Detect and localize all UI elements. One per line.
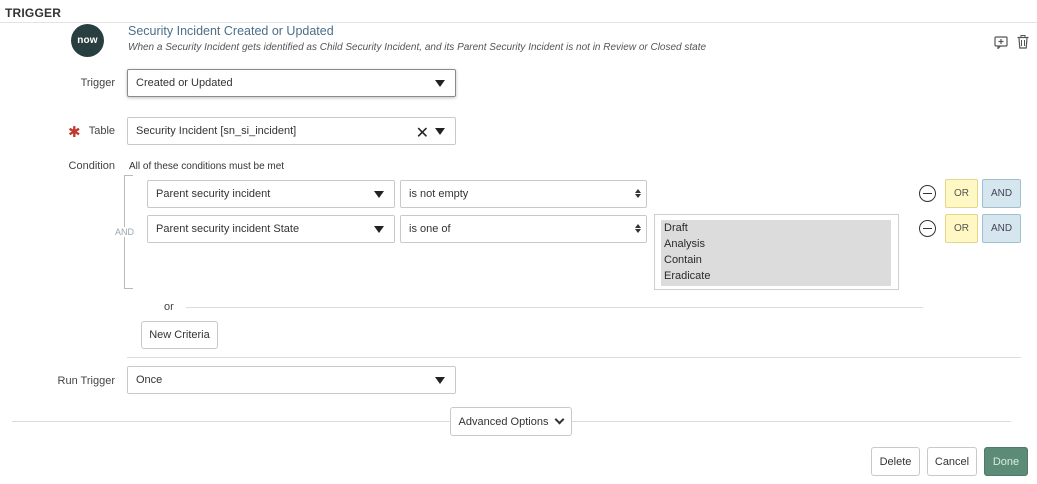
run-trigger-select[interactable]: Once bbox=[127, 366, 456, 394]
now-logo: now bbox=[71, 24, 104, 57]
table-label: Table bbox=[88, 125, 115, 137]
or-separator-label: or bbox=[164, 301, 174, 313]
and-button[interactable]: AND bbox=[982, 179, 1021, 208]
section-label: TRIGGER bbox=[5, 6, 62, 20]
trigger-description: When a Security Incident gets identified… bbox=[128, 42, 707, 53]
condition-field-select[interactable]: Parent security incident bbox=[147, 180, 395, 208]
condition-operator-select[interactable]: is not empty bbox=[400, 180, 647, 208]
advanced-options-button[interactable]: Advanced Options bbox=[450, 407, 572, 436]
trigger-select-value: Created or Updated bbox=[136, 77, 233, 89]
delete-button[interactable]: Delete bbox=[871, 447, 920, 476]
new-criteria-button[interactable]: New Criteria bbox=[141, 321, 218, 349]
condition-field-value: Parent security incident bbox=[156, 188, 271, 200]
clear-icon[interactable]: ✕ bbox=[416, 123, 429, 143]
condition-values-multiselect[interactable]: Draft Analysis Contain Eradicate bbox=[654, 214, 899, 290]
condition-operator-select[interactable]: is one of bbox=[400, 215, 647, 243]
add-comment-icon[interactable] bbox=[993, 34, 1009, 50]
chevron-down-icon bbox=[435, 377, 445, 384]
trash-icon[interactable] bbox=[1015, 34, 1031, 50]
remove-condition-icon[interactable] bbox=[919, 220, 936, 237]
multiselect-option[interactable]: Eradicate bbox=[664, 270, 710, 282]
trigger-select[interactable]: Created or Updated bbox=[127, 69, 456, 97]
table-select-value: Security Incident [sn_si_incident] bbox=[136, 125, 297, 137]
condition-hint: All of these conditions must be met bbox=[129, 161, 285, 172]
or-separator-line bbox=[186, 307, 923, 308]
and-button[interactable]: AND bbox=[982, 214, 1021, 243]
updown-arrows-icon bbox=[635, 224, 641, 233]
condition-operator-value: is not empty bbox=[409, 188, 469, 200]
updown-arrows-icon bbox=[635, 189, 641, 198]
multiselect-option[interactable]: Draft bbox=[664, 222, 688, 234]
chevron-down-icon bbox=[374, 226, 384, 233]
or-button[interactable]: OR bbox=[945, 214, 978, 243]
condition-field-value: Parent security incident State bbox=[156, 223, 300, 235]
chevron-down-icon bbox=[554, 414, 565, 424]
condition-field-select[interactable]: Parent security incident State bbox=[147, 215, 395, 243]
remove-condition-icon[interactable] bbox=[919, 185, 936, 202]
selected-values-highlight: Draft Analysis Contain Eradicate bbox=[661, 220, 891, 286]
advanced-options-label: Advanced Options bbox=[458, 415, 549, 428]
required-asterisk: ✱ bbox=[68, 124, 81, 141]
condition-connector: AND bbox=[114, 227, 136, 237]
trigger-label: Trigger bbox=[80, 77, 115, 89]
chevron-down-icon[interactable] bbox=[435, 128, 445, 135]
run-trigger-label: Run Trigger bbox=[57, 375, 115, 387]
cancel-button[interactable]: Cancel bbox=[927, 447, 977, 476]
table-select[interactable]: Security Incident [sn_si_incident] ✕ bbox=[127, 117, 456, 145]
trigger-title[interactable]: Security Incident Created or Updated bbox=[128, 24, 334, 38]
chevron-down-icon bbox=[435, 80, 445, 87]
condition-label: Condition bbox=[68, 160, 115, 172]
multiselect-option[interactable]: Contain bbox=[664, 254, 702, 266]
divider bbox=[127, 357, 1021, 358]
condition-operator-value: is one of bbox=[409, 223, 451, 235]
chevron-down-icon bbox=[374, 191, 384, 198]
multiselect-option[interactable]: Analysis bbox=[664, 238, 705, 250]
run-trigger-value: Once bbox=[136, 374, 163, 386]
done-button[interactable]: Done bbox=[984, 447, 1028, 476]
or-button[interactable]: OR bbox=[945, 179, 978, 208]
